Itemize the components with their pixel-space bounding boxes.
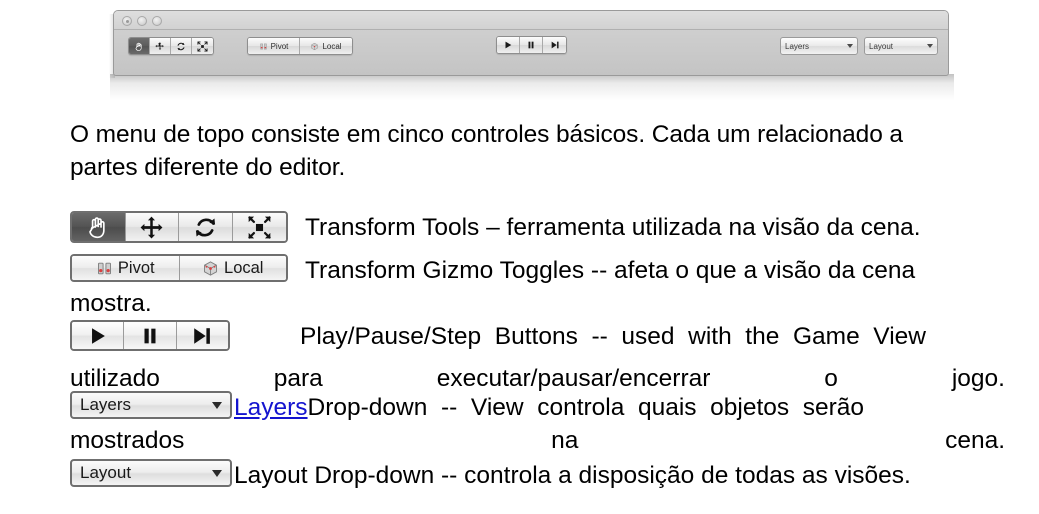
toolbar-scale-tool[interactable] [192, 38, 213, 54]
layout-description: Layout Drop-down -- controla a disposiçã… [234, 462, 911, 489]
pause-icon [144, 328, 156, 343]
local-cube-icon [204, 260, 217, 276]
chevron-down-icon [212, 469, 222, 477]
gizmo-toggles-figure-row: Pivot Local Transform Gizmo Toggles -- a… [70, 254, 1020, 287]
toolbar-hand-tool[interactable] [129, 38, 150, 54]
transform-tools-strip[interactable] [70, 211, 288, 243]
play-buttons-description: Play/Pause/Step Buttons -- used with the… [300, 323, 926, 350]
layers-figure-row: Layers LayersDrop-down -- View controla … [70, 391, 1020, 424]
pivot-toggle-label: Pivot [117, 258, 155, 277]
step-icon [194, 327, 211, 344]
toolbar-gizmo-toggles[interactable]: Pivot Local [247, 37, 353, 55]
move-arrows-icon [140, 216, 163, 238]
toolbar-layers-label: Layers [785, 41, 810, 51]
intro-paragraph-block: O menu de topo consiste em cinco control… [70, 118, 1005, 184]
gizmo-toggles-continuation: mostra. [70, 290, 152, 317]
local-cube-icon [311, 42, 319, 50]
justified-word: na [551, 427, 579, 454]
rotate-icon [177, 42, 185, 50]
move-tool-button[interactable] [125, 213, 179, 241]
transform-tools-description: Transform Tools – ferramenta utilizada n… [305, 214, 921, 241]
toolbar-layers-dropdown[interactable]: Layers [780, 37, 858, 55]
intro-line-1: O menu de topo consiste em cinco control… [70, 121, 903, 148]
justified-word: mostrados [70, 427, 185, 454]
step-icon [551, 41, 559, 49]
scale-icon [248, 215, 271, 239]
layers-link[interactable]: Layers [234, 394, 308, 421]
play-button[interactable] [72, 322, 125, 349]
unity-editor-window: Pivot Local Layers Layout [113, 10, 949, 76]
gizmo-toggles-continuation-row: mostra. [70, 287, 1020, 320]
play-buttons-figure-row: Play/Pause/Step Buttons -- used with the… [70, 320, 1020, 353]
chevron-down-icon [927, 44, 933, 48]
layers-justified-row: mostrados na cena. [70, 424, 1005, 457]
local-toggle-label: Local [224, 258, 264, 277]
toolbar-pivot-label: Pivot [270, 41, 289, 51]
toolbar-rotate-tool[interactable] [171, 38, 192, 54]
play-icon [505, 41, 512, 49]
hand-icon [135, 42, 142, 51]
toolbar-transform-tools[interactable] [128, 37, 214, 55]
transform-tools-figure-row: Transform Tools – ferramenta utilizada n… [70, 211, 1020, 244]
toolbar-layout-label: Layout [869, 41, 894, 51]
gizmo-toggles-strip[interactable]: Pivot Local [70, 254, 288, 282]
intro-line-2: partes diferente do editor. [70, 154, 346, 181]
minimize-button[interactable] [137, 16, 147, 26]
chevron-down-icon [212, 401, 222, 409]
pivot-icon [97, 262, 111, 274]
rotate-icon [195, 217, 215, 237]
toolbar-local-toggle[interactable]: Local [300, 38, 352, 54]
scale-tool-button[interactable] [232, 213, 286, 241]
layers-dropdown-label: Layers [80, 395, 132, 414]
scale-icon [197, 40, 208, 52]
layers-description: Drop-down -- View controla quais objetos… [307, 394, 865, 421]
rotate-tool-button[interactable] [179, 213, 233, 241]
toolbar-step-button[interactable] [543, 37, 566, 53]
window-drop-shadow [110, 74, 954, 100]
hand-icon [89, 217, 105, 239]
layers-description-wrap: LayersDrop-down -- View controla quais o… [234, 391, 994, 424]
toolbar-layout-dropdown[interactable]: Layout [864, 37, 938, 55]
pause-button[interactable] [124, 322, 177, 349]
layers-justified-line: mostrados na cena. [70, 424, 1005, 457]
intro-paragraph: O menu de topo consiste em cinco control… [70, 118, 1003, 184]
toolbar-play-button[interactable] [497, 37, 520, 53]
play-icon [91, 327, 105, 344]
move-arrows-icon [155, 41, 164, 50]
chevron-down-icon [847, 44, 853, 48]
layout-figure-row: Layout Layout Drop-down -- controla a di… [70, 459, 1020, 492]
toolbar-local-label: Local [322, 41, 342, 51]
close-button[interactable] [122, 16, 132, 26]
pivot-toggle-button[interactable]: Pivot [72, 256, 180, 280]
unity-toolbar-screenshot: Pivot Local Layers Layout [109, 10, 954, 100]
pivot-icon [259, 43, 267, 49]
window-traffic-lights [122, 16, 162, 26]
toolbar-pause-button[interactable] [520, 37, 543, 53]
toolbar-move-tool[interactable] [150, 38, 171, 54]
toolbar-pivot-toggle[interactable]: Pivot [248, 38, 300, 54]
pause-icon [528, 41, 534, 49]
play-buttons-strip[interactable] [70, 320, 230, 351]
window-titlebar [114, 11, 948, 30]
step-button[interactable] [176, 322, 228, 349]
justified-word: cena. [945, 427, 1005, 454]
layers-dropdown[interactable]: Layers [70, 391, 232, 419]
layout-dropdown[interactable]: Layout [70, 459, 232, 487]
toolbar-playback-controls[interactable] [496, 36, 567, 54]
local-toggle-button[interactable]: Local [179, 256, 286, 280]
hand-tool-button[interactable] [72, 213, 126, 241]
gizmo-toggles-description: Transform Gizmo Toggles -- afeta o que a… [305, 257, 916, 284]
layout-dropdown-label: Layout [80, 463, 132, 482]
zoom-button[interactable] [152, 16, 162, 26]
unity-toolbar: Pivot Local Layers Layout [114, 31, 948, 61]
